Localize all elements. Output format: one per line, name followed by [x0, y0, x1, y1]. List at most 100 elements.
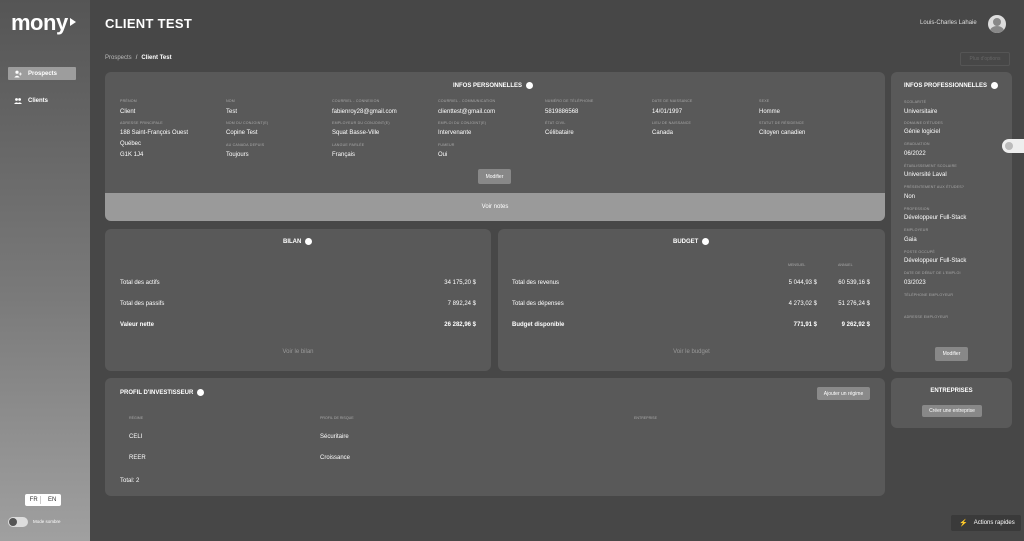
add-regime-button[interactable]: Ajouter un régime [817, 387, 870, 400]
sidebar-item-prospects[interactable]: Prospects [8, 67, 76, 80]
info-icon[interactable] [991, 82, 999, 89]
row-value: 34 175,20 $ [444, 280, 476, 286]
row-value: 771,91 $ [793, 322, 817, 328]
field-label: Courriel - communication [438, 99, 496, 103]
row-value: 9 262,92 $ [841, 322, 870, 328]
row-value: 4 273,02 $ [788, 301, 817, 307]
col-risk: Profil de risque [320, 416, 354, 420]
sidebar-item-label: Clients [28, 97, 49, 104]
field-label: Date de naissance [652, 99, 693, 103]
edit-personal-button[interactable]: Modifier [478, 169, 511, 184]
field-value: 06/2022 [904, 151, 926, 157]
sidebar: mony Prospects Clients FR EN Mode sombre [0, 0, 90, 541]
row-value: 7 892,24 $ [447, 301, 476, 307]
field-label: Graduation [904, 142, 930, 146]
side-help-tab[interactable] [1002, 139, 1024, 153]
row-label: Valeur nette [120, 322, 155, 328]
see-budget-link[interactable]: Voir le budget [498, 349, 885, 355]
field-value: Client [120, 109, 136, 115]
row-value: 5 044,93 $ [788, 280, 817, 286]
field-label: Date de début de l'emploi [904, 271, 961, 275]
col-monthly: Mensuel [788, 263, 806, 267]
users-icon [14, 97, 22, 105]
row-value: 60 539,16 $ [838, 280, 870, 286]
field-value: Développeur Full-Stack [904, 215, 967, 221]
field-label: Adresse principale [120, 121, 163, 125]
see-notes-button[interactable]: Voir notes [105, 193, 885, 221]
row-value: 51 276,24 $ [838, 301, 870, 307]
field-value: Université Laval [904, 172, 947, 178]
col-annual: Annuel [838, 263, 853, 267]
table-row-risk: Croissance [320, 455, 351, 461]
field-label: Poste occupé [904, 250, 935, 254]
personal-info-card: INFOS PERSONNELLES Prénom Client Nom Tes… [105, 72, 885, 193]
field-value: Squat Basse-Ville [332, 130, 380, 136]
breadcrumb-prospects[interactable]: Prospects [105, 55, 132, 61]
field-value: Génie logiciel [904, 129, 941, 135]
dark-mode-toggle[interactable] [8, 517, 28, 527]
field-value: 14/01/1997 [652, 109, 683, 115]
field-label: Employeur [904, 228, 929, 232]
row-label: Total des revenus [512, 280, 560, 286]
row-label: Budget disponible [512, 322, 565, 328]
sidebar-item-label: Prospects [28, 70, 58, 77]
field-value: clienttest@gmail.com [438, 109, 496, 115]
breadcrumb: Prospects / Client Test [105, 55, 172, 61]
toggle-knob [9, 518, 17, 526]
field-label: État civil [545, 121, 566, 125]
avatar[interactable] [988, 15, 1006, 33]
personal-info-title: INFOS PERSONNELLES [453, 82, 534, 89]
field-label: Domaine d'études [904, 121, 943, 125]
field-label: Au Canada depuis [226, 143, 265, 147]
field-label: Sexe [759, 99, 770, 103]
field-label: Scolarité [904, 100, 927, 104]
field-value: Gaia [904, 237, 917, 243]
field-value: 03/2023 [904, 280, 926, 286]
lang-en[interactable]: EN [46, 496, 58, 504]
edit-professional-button[interactable]: Modifier [935, 347, 968, 361]
field-value: Copine Test [226, 130, 258, 136]
field-label: Employeur du conjoint(e) [332, 121, 390, 125]
sidebar-item-clients[interactable]: Clients [8, 94, 76, 107]
see-bilan-link[interactable]: Voir le bilan [105, 349, 491, 355]
field-label: Numéro de téléphone [545, 99, 594, 103]
field-value: Homme [759, 109, 781, 115]
field-label: Prénom [120, 99, 137, 103]
row-label: Total des passifs [120, 301, 165, 307]
investor-title: PROFIL D'INVESTISSEUR [120, 389, 205, 396]
quick-actions-button[interactable]: ⚡ Actions rapides [951, 515, 1021, 531]
field-value: Test [226, 109, 238, 115]
professional-info-card: INFOS PROFESSIONNELLES Scolarité Univers… [891, 72, 1012, 372]
more-options-button[interactable]: Plus d'options [960, 52, 1010, 66]
field-label: Profession [904, 207, 930, 211]
row-value: 26 282,96 $ [444, 322, 476, 328]
field-value: Développeur Full-Stack [904, 258, 967, 264]
app-logo[interactable]: mony [11, 10, 76, 36]
field-label: Lieu de naissance [652, 121, 692, 125]
info-icon[interactable] [702, 238, 710, 245]
user-name[interactable]: Louis-Charles Lahaie [920, 20, 977, 26]
field-value: Oui [438, 152, 448, 158]
field-value: Canada [652, 130, 674, 136]
budget-title: BUDGET [673, 238, 710, 245]
info-icon[interactable] [197, 389, 205, 396]
table-row-regime[interactable]: CELI [129, 434, 142, 440]
info-icon[interactable] [526, 82, 534, 89]
field-value: Français [332, 152, 356, 158]
companies-card: ENTREPRISES Créer une entreprise [891, 378, 1012, 428]
field-label: Langue parlée [332, 143, 365, 147]
page-title: CLIENT TEST [105, 16, 193, 31]
breadcrumb-current: Client Test [141, 55, 172, 61]
field-value: Citoyen canadien [759, 130, 806, 136]
info-icon[interactable] [305, 238, 313, 245]
lang-fr[interactable]: FR [28, 496, 41, 504]
field-value: Non [904, 194, 916, 200]
table-row-regime[interactable]: REER [129, 455, 146, 461]
field-value: fabienroy28@gmail.com [332, 109, 397, 115]
create-company-button[interactable]: Créer une entreprise [922, 405, 982, 417]
field-label: Nom du conjoint(e) [226, 121, 269, 125]
field-label: Courriel - connexion [332, 99, 380, 103]
field-label: Nom [226, 99, 235, 103]
col-company: Entreprise [634, 416, 657, 420]
field-value: Toujours [226, 152, 249, 158]
